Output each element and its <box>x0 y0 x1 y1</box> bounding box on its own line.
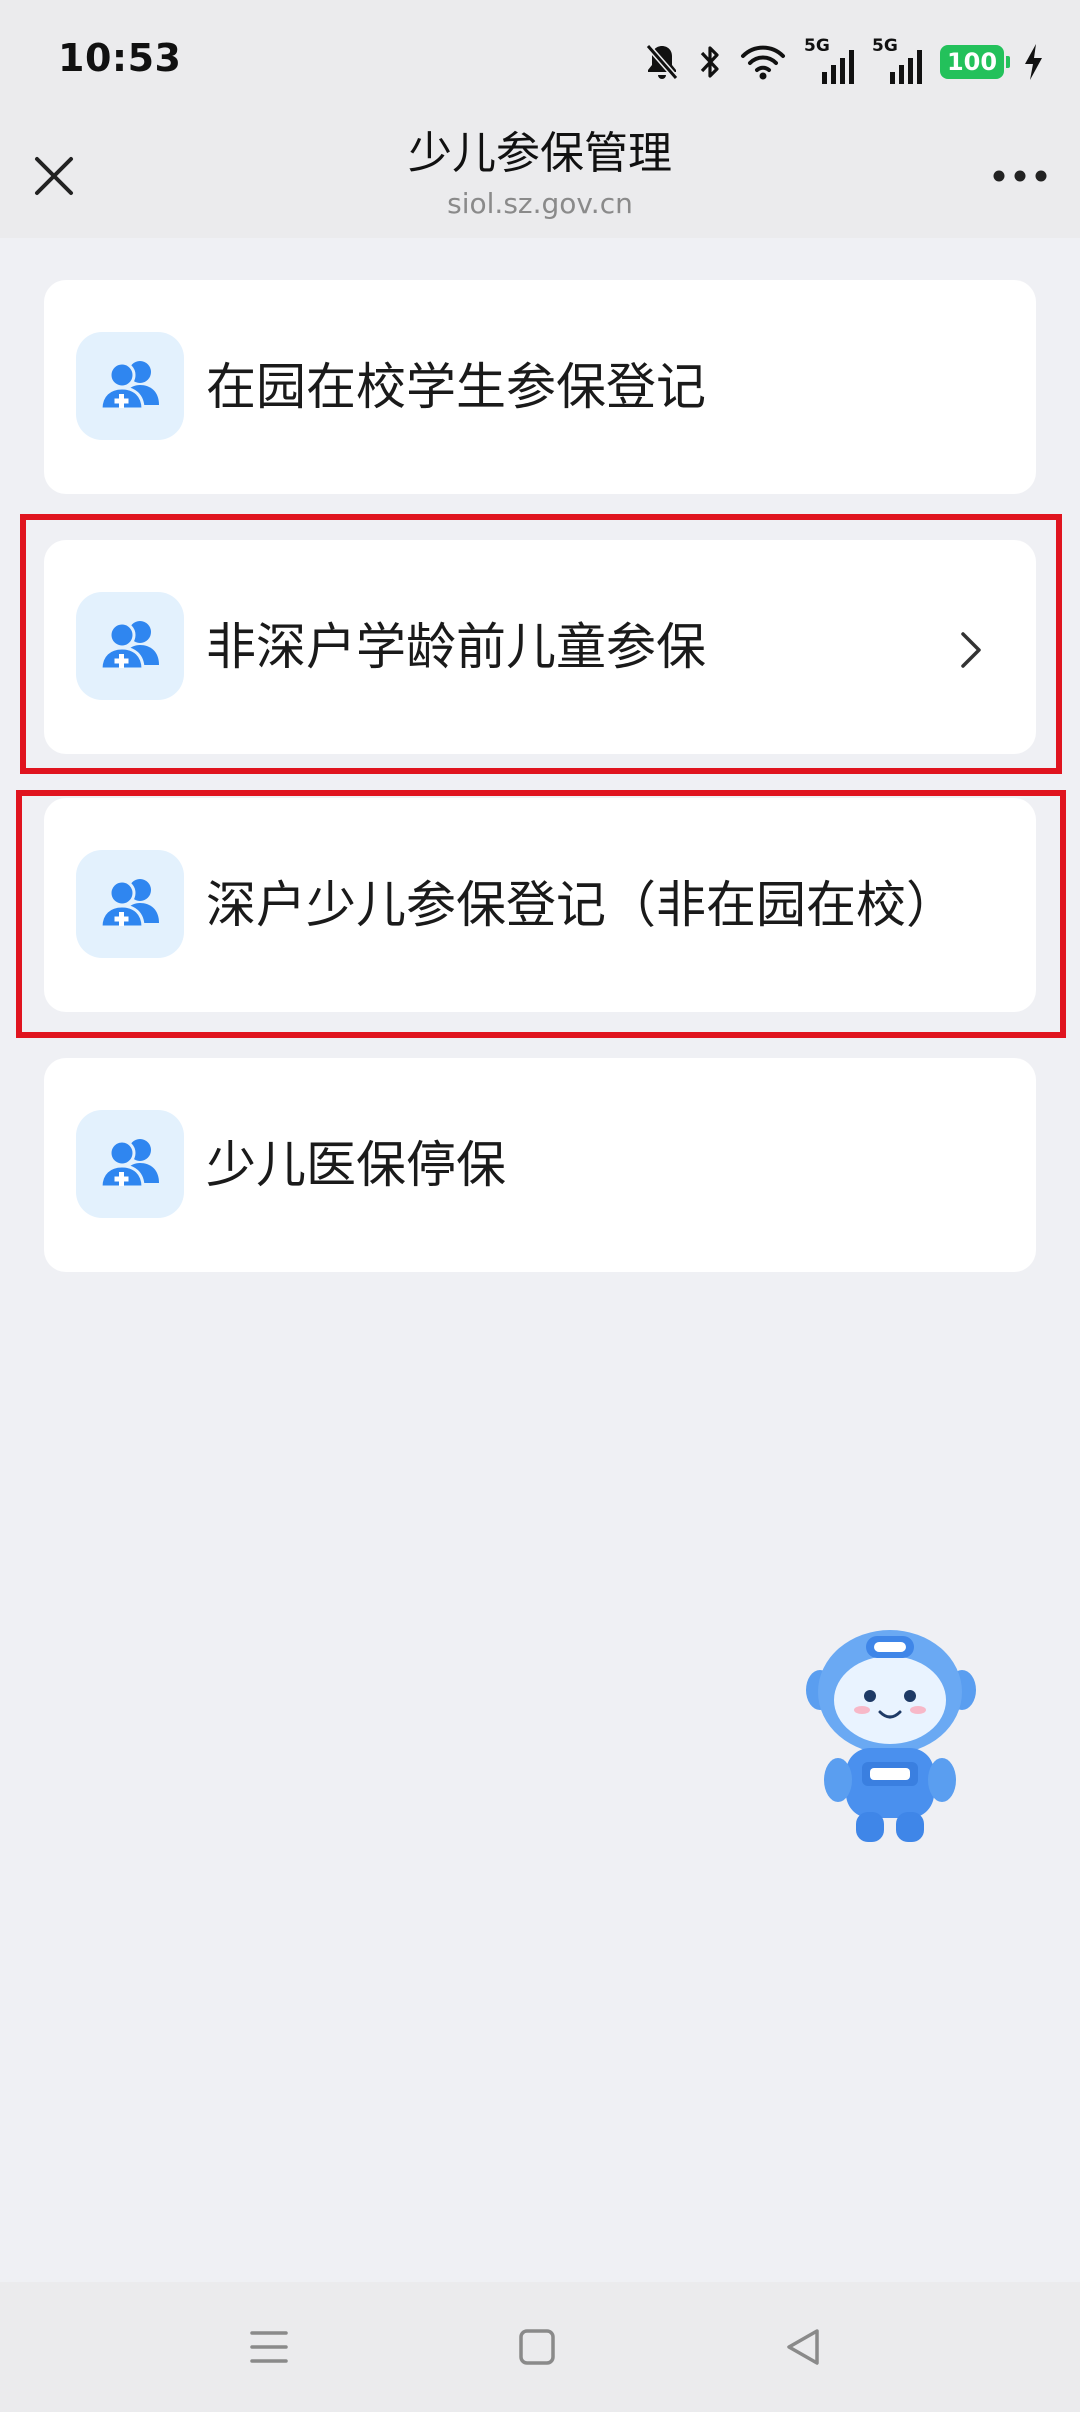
back-triangle-icon[interactable] <box>768 2312 838 2382</box>
status-bar: 10:53 5G 5G 100 <box>0 0 1080 120</box>
signal-icon: 5G <box>872 36 922 84</box>
page-title: 少儿参保管理 <box>408 128 672 179</box>
people-plus-icon <box>76 1110 184 1218</box>
system-nav-bar <box>0 2282 1080 2412</box>
menu-item-local-child-registration[interactable]: 深户少儿参保登记（非在园在校） <box>44 798 1036 1012</box>
menu-item-label: 在园在校学生参保登记 <box>206 358 706 416</box>
menu-item-label: 少儿医保停保 <box>206 1136 506 1194</box>
battery-icon: 100 <box>940 45 1010 79</box>
chevron-right-icon <box>946 620 996 680</box>
status-time: 10:53 <box>58 36 182 80</box>
signal-icon: 5G <box>804 36 854 84</box>
people-plus-icon <box>76 850 184 958</box>
people-plus-icon <box>76 592 184 700</box>
menu-lines-icon[interactable] <box>234 2312 304 2382</box>
more-button[interactable] <box>988 146 1052 206</box>
battery-level: 100 <box>946 48 998 76</box>
menu-item-stop-insurance[interactable]: 少儿医保停保 <box>44 1058 1036 1272</box>
mute-bell-icon <box>644 42 680 82</box>
people-plus-icon <box>76 332 184 440</box>
bluetooth-icon <box>698 42 722 82</box>
more-dots-icon <box>993 170 1047 182</box>
charging-icon <box>1022 42 1044 82</box>
status-icons: 5G 5G 100 <box>644 36 1044 86</box>
title-wrap: 少儿参保管理 siol.sz.gov.cn <box>0 124 1080 222</box>
menu-item-non-local-preschool[interactable]: 非深户学龄前儿童参保 <box>44 540 1036 754</box>
menu-item-label: 非深户学龄前儿童参保 <box>206 618 706 676</box>
wifi-icon <box>740 42 786 82</box>
menu-item-student-registration[interactable]: 在园在校学生参保登记 <box>44 280 1036 494</box>
assistant-robot-mascot[interactable] <box>800 1620 980 1850</box>
page-url: siol.sz.gov.cn <box>447 187 633 220</box>
home-square-icon[interactable] <box>502 2312 572 2382</box>
menu-item-label: 深户少儿参保登记（非在园在校） <box>206 876 956 934</box>
title-bar: 少儿参保管理 siol.sz.gov.cn <box>0 120 1080 238</box>
